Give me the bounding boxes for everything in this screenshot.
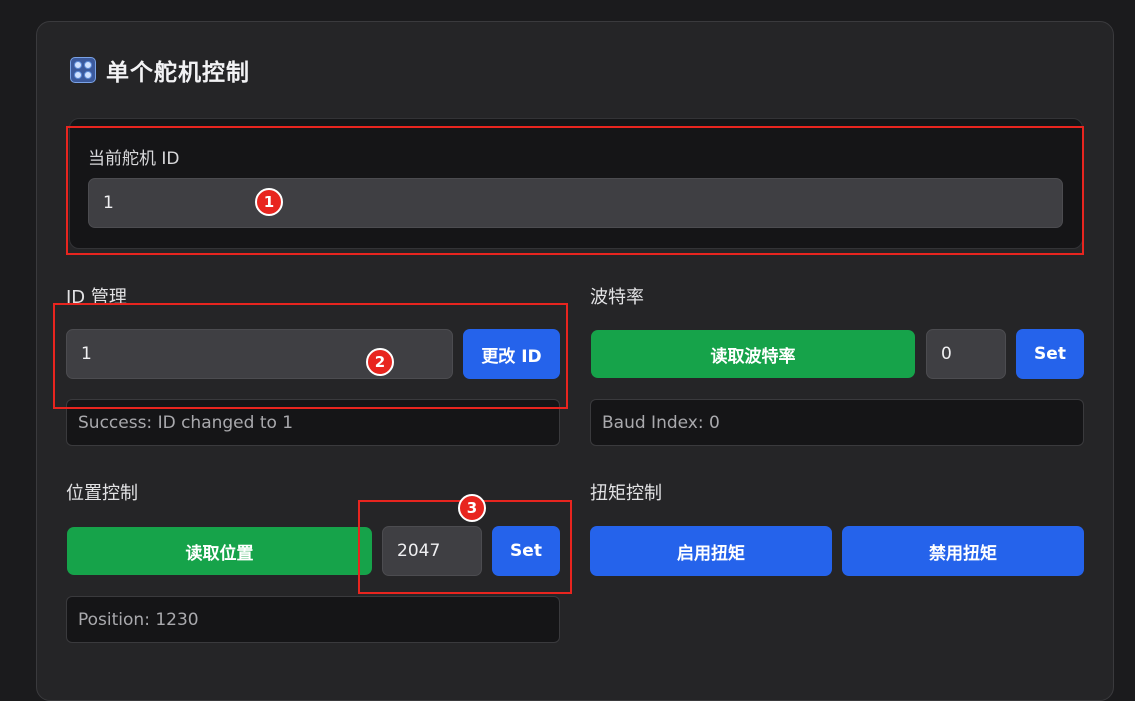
read-position-button[interactable]: 读取位置 — [67, 527, 372, 575]
panel-header: 单个舵机控制 — [70, 55, 250, 86]
position-status-field: Position: 1230 — [66, 596, 560, 643]
torque-control-label: 扭矩控制 — [590, 483, 662, 504]
set-baud-button[interactable]: Set — [1016, 329, 1084, 379]
annotation-marker-2: 2 — [366, 348, 394, 376]
read-baud-button[interactable]: 读取波特率 — [591, 330, 915, 378]
annotation-marker-1: 1 — [255, 188, 283, 216]
baud-rate-label: 波特率 — [590, 287, 644, 308]
position-control-label: 位置控制 — [66, 483, 138, 504]
disable-torque-button[interactable]: 禁用扭矩 — [842, 526, 1084, 576]
baud-index-input[interactable]: 0 — [926, 329, 1006, 379]
annotation-box-2 — [53, 303, 568, 409]
baud-status-field: Baud Index: 0 — [590, 399, 1084, 446]
annotation-marker-3: 3 — [458, 494, 486, 522]
servo-icon — [70, 57, 96, 83]
enable-torque-button[interactable]: 启用扭矩 — [590, 526, 832, 576]
panel-title: 单个舵机控制 — [106, 60, 250, 86]
annotation-box-1 — [66, 126, 1084, 255]
